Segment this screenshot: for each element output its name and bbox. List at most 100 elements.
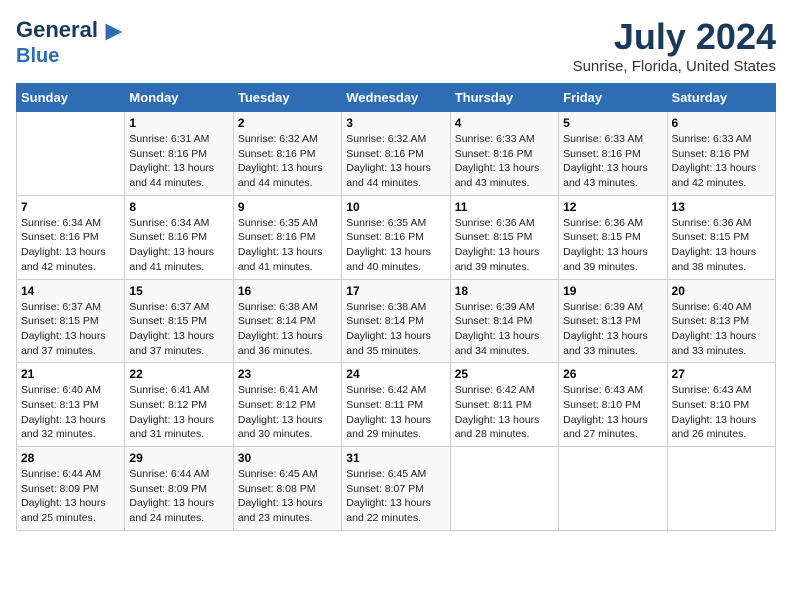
calendar-cell — [17, 112, 125, 196]
day-info: Sunrise: 6:32 AMSunset: 8:16 PMDaylight:… — [238, 132, 337, 191]
day-info: Sunrise: 6:34 AMSunset: 8:16 PMDaylight:… — [21, 216, 120, 275]
day-number: 8 — [129, 200, 228, 214]
column-header-sunday: Sunday — [17, 84, 125, 112]
day-number: 3 — [346, 116, 445, 130]
day-number: 29 — [129, 451, 228, 465]
calendar-cell: 4 Sunrise: 6:33 AMSunset: 8:16 PMDaylight… — [450, 112, 558, 196]
day-info: Sunrise: 6:35 AMSunset: 8:16 PMDaylight:… — [238, 216, 337, 275]
calendar-cell: 28 Sunrise: 6:44 AMSunset: 8:09 PMDayligh… — [17, 447, 125, 531]
calendar-cell: 16 Sunrise: 6:38 AMSunset: 8:14 PMDayligh… — [233, 279, 341, 363]
day-number: 6 — [672, 116, 771, 130]
calendar-cell: 15 Sunrise: 6:37 AMSunset: 8:15 PMDayligh… — [125, 279, 233, 363]
day-number: 23 — [238, 367, 337, 381]
day-number: 9 — [238, 200, 337, 214]
calendar-cell: 1 Sunrise: 6:31 AMSunset: 8:16 PMDaylight… — [125, 112, 233, 196]
calendar-cell: 7 Sunrise: 6:34 AMSunset: 8:16 PMDaylight… — [17, 195, 125, 279]
day-info: Sunrise: 6:44 AMSunset: 8:09 PMDaylight:… — [129, 467, 228, 526]
day-info: Sunrise: 6:43 AMSunset: 8:10 PMDaylight:… — [563, 383, 662, 442]
day-info: Sunrise: 6:36 AMSunset: 8:15 PMDaylight:… — [672, 216, 771, 275]
day-info: Sunrise: 6:44 AMSunset: 8:09 PMDaylight:… — [21, 467, 120, 526]
calendar-cell: 19 Sunrise: 6:39 AMSunset: 8:13 PMDayligh… — [559, 279, 667, 363]
calendar-cell: 13Sunrise: 6:36 AMSunset: 8:15 PMDayligh… — [667, 195, 775, 279]
week-row-4: 21 Sunrise: 6:40 AMSunset: 8:13 PMDayligh… — [17, 363, 776, 447]
day-info: Sunrise: 6:36 AMSunset: 8:15 PMDaylight:… — [563, 216, 662, 275]
day-info: Sunrise: 6:33 AMSunset: 8:16 PMDaylight:… — [672, 132, 771, 191]
calendar-cell: 9 Sunrise: 6:35 AMSunset: 8:16 PMDaylight… — [233, 195, 341, 279]
calendar-subtitle: Sunrise, Florida, United States — [573, 58, 776, 75]
calendar-cell: 27Sunrise: 6:43 AMSunset: 8:10 PMDayligh… — [667, 363, 775, 447]
calendar-cell: 25Sunrise: 6:42 AMSunset: 8:11 PMDayligh… — [450, 363, 558, 447]
logo-line1: General► — [16, 16, 128, 47]
calendar-cell: 22 Sunrise: 6:41 AMSunset: 8:12 PMDayligh… — [125, 363, 233, 447]
calendar-cell: 23 Sunrise: 6:41 AMSunset: 8:12 PMDayligh… — [233, 363, 341, 447]
day-info: Sunrise: 6:45 AMSunset: 8:07 PMDaylight:… — [346, 467, 445, 526]
calendar-cell: 29 Sunrise: 6:44 AMSunset: 8:09 PMDayligh… — [125, 447, 233, 531]
day-number: 30 — [238, 451, 337, 465]
calendar-cell: 10Sunrise: 6:35 AMSunset: 8:16 PMDayligh… — [342, 195, 450, 279]
day-number: 16 — [238, 284, 337, 298]
column-header-saturday: Saturday — [667, 84, 775, 112]
day-number: 5 — [563, 116, 662, 130]
day-number: 4 — [455, 116, 554, 130]
logo: General► Blue — [16, 16, 128, 67]
day-info: Sunrise: 6:37 AMSunset: 8:15 PMDaylight:… — [129, 300, 228, 359]
day-info: Sunrise: 6:41 AMSunset: 8:12 PMDaylight:… — [238, 383, 337, 442]
day-info: Sunrise: 6:39 AMSunset: 8:13 PMDaylight:… — [563, 300, 662, 359]
day-info: Sunrise: 6:39 AMSunset: 8:14 PMDaylight:… — [455, 300, 554, 359]
day-number: 7 — [21, 200, 120, 214]
day-info: Sunrise: 6:36 AMSunset: 8:15 PMDaylight:… — [455, 216, 554, 275]
day-number: 21 — [21, 367, 120, 381]
calendar-cell: 8 Sunrise: 6:34 AMSunset: 8:16 PMDaylight… — [125, 195, 233, 279]
day-info: Sunrise: 6:40 AMSunset: 8:13 PMDaylight:… — [672, 300, 771, 359]
day-number: 22 — [129, 367, 228, 381]
day-number: 19 — [563, 284, 662, 298]
day-number: 28 — [21, 451, 120, 465]
title-area: July 2024 Sunrise, Florida, United State… — [573, 16, 776, 75]
day-number: 2 — [238, 116, 337, 130]
calendar-cell — [667, 447, 775, 531]
day-info: Sunrise: 6:43 AMSunset: 8:10 PMDaylight:… — [672, 383, 771, 442]
calendar-cell: 26Sunrise: 6:43 AMSunset: 8:10 PMDayligh… — [559, 363, 667, 447]
calendar-cell: 20Sunrise: 6:40 AMSunset: 8:13 PMDayligh… — [667, 279, 775, 363]
calendar-cell: 11 Sunrise: 6:36 AMSunset: 8:15 PMDayligh… — [450, 195, 558, 279]
calendar-cell: 24 Sunrise: 6:42 AMSunset: 8:11 PMDayligh… — [342, 363, 450, 447]
day-info: Sunrise: 6:31 AMSunset: 8:16 PMDaylight:… — [129, 132, 228, 191]
day-info: Sunrise: 6:38 AMSunset: 8:14 PMDaylight:… — [238, 300, 337, 359]
day-info: Sunrise: 6:34 AMSunset: 8:16 PMDaylight:… — [129, 216, 228, 275]
week-row-5: 28 Sunrise: 6:44 AMSunset: 8:09 PMDayligh… — [17, 447, 776, 531]
day-info: Sunrise: 6:33 AMSunset: 8:16 PMDaylight:… — [563, 132, 662, 191]
day-number: 15 — [129, 284, 228, 298]
column-header-thursday: Thursday — [450, 84, 558, 112]
day-number: 1 — [129, 116, 228, 130]
day-info: Sunrise: 6:38 AMSunset: 8:14 PMDaylight:… — [346, 300, 445, 359]
calendar-cell: 21 Sunrise: 6:40 AMSunset: 8:13 PMDayligh… — [17, 363, 125, 447]
day-number: 31 — [346, 451, 445, 465]
day-info: Sunrise: 6:42 AMSunset: 8:11 PMDaylight:… — [346, 383, 445, 442]
calendar-cell: 18 Sunrise: 6:39 AMSunset: 8:14 PMDayligh… — [450, 279, 558, 363]
day-number: 24 — [346, 367, 445, 381]
day-info: Sunrise: 6:35 AMSunset: 8:16 PMDaylight:… — [346, 216, 445, 275]
calendar-body: 1 Sunrise: 6:31 AMSunset: 8:16 PMDaylight… — [17, 112, 776, 531]
calendar-title: July 2024 — [573, 16, 776, 58]
calendar-cell: 6 Sunrise: 6:33 AMSunset: 8:16 PMDaylight… — [667, 112, 775, 196]
day-info: Sunrise: 6:33 AMSunset: 8:16 PMDaylight:… — [455, 132, 554, 191]
calendar-cell — [559, 447, 667, 531]
day-number: 17 — [346, 284, 445, 298]
day-number: 14 — [21, 284, 120, 298]
day-info: Sunrise: 6:40 AMSunset: 8:13 PMDaylight:… — [21, 383, 120, 442]
calendar-cell: 17 Sunrise: 6:38 AMSunset: 8:14 PMDayligh… — [342, 279, 450, 363]
week-row-2: 7 Sunrise: 6:34 AMSunset: 8:16 PMDaylight… — [17, 195, 776, 279]
calendar-cell: 14 Sunrise: 6:37 AMSunset: 8:15 PMDayligh… — [17, 279, 125, 363]
calendar-table: SundayMondayTuesdayWednesdayThursdayFrid… — [16, 83, 776, 531]
day-info: Sunrise: 6:32 AMSunset: 8:16 PMDaylight:… — [346, 132, 445, 191]
column-header-tuesday: Tuesday — [233, 84, 341, 112]
day-info: Sunrise: 6:45 AMSunset: 8:08 PMDaylight:… — [238, 467, 337, 526]
header: General► Blue July 2024 Sunrise, Florida… — [16, 16, 776, 75]
day-number: 18 — [455, 284, 554, 298]
week-row-3: 14 Sunrise: 6:37 AMSunset: 8:15 PMDayligh… — [17, 279, 776, 363]
calendar-cell: 31 Sunrise: 6:45 AMSunset: 8:07 PMDayligh… — [342, 447, 450, 531]
week-row-1: 1 Sunrise: 6:31 AMSunset: 8:16 PMDaylight… — [17, 112, 776, 196]
day-info: Sunrise: 6:37 AMSunset: 8:15 PMDaylight:… — [21, 300, 120, 359]
day-number: 11 — [455, 200, 554, 214]
day-info: Sunrise: 6:41 AMSunset: 8:12 PMDaylight:… — [129, 383, 228, 442]
